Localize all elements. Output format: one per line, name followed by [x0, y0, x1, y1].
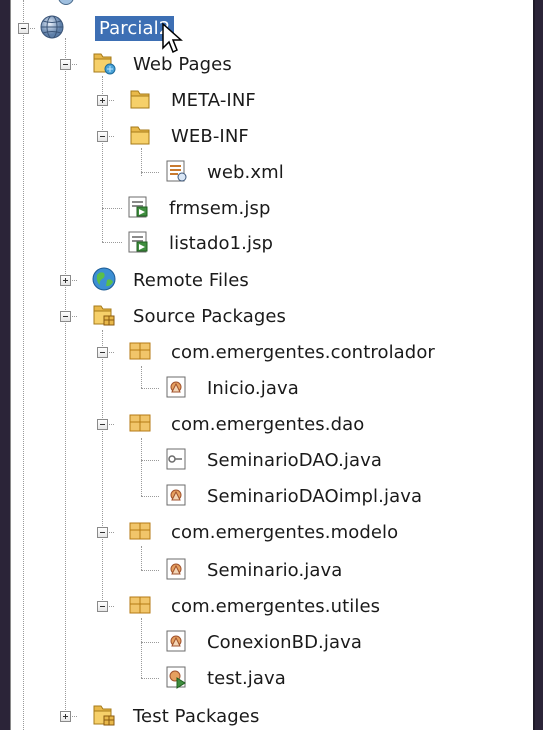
- web-folder-icon: [91, 50, 117, 76]
- package-icon: [127, 338, 153, 364]
- tree-node-conexion-bd-java[interactable]: ConexionBD.java: [207, 625, 362, 659]
- tree-node-web-xml[interactable]: web.xml: [207, 155, 284, 189]
- java-class-icon: [163, 374, 189, 400]
- tree-node-seminario-dao-impl-java[interactable]: SeminarioDAOimpl.java: [207, 479, 422, 513]
- collapse-toggle[interactable]: [97, 601, 108, 612]
- collapse-toggle[interactable]: [60, 59, 71, 70]
- tree-guide: [141, 460, 159, 461]
- remote-files-globe-icon: [91, 266, 117, 292]
- xml-file-icon: [163, 158, 189, 184]
- java-interface-icon: [163, 446, 189, 472]
- tree-guide: [102, 242, 122, 243]
- tree-guide: [102, 330, 103, 606]
- collapse-toggle[interactable]: [97, 131, 108, 142]
- tree-guide: [65, 38, 66, 716]
- jsp-file-icon: [125, 194, 151, 220]
- package-icon: [127, 410, 153, 436]
- tree-guide: [102, 208, 122, 209]
- collapse-toggle[interactable]: [97, 419, 108, 430]
- tree-node-pkg-controlador[interactable]: com.emergentes.controlador: [171, 335, 435, 369]
- folder-icon: [127, 122, 153, 148]
- tree-node-source-packages[interactable]: Source Packages: [133, 299, 286, 333]
- folder-icon: [127, 86, 153, 112]
- tree-node-test-packages[interactable]: Test Packages: [133, 699, 259, 730]
- java-class-icon: [163, 482, 189, 508]
- tree-guide: [141, 618, 142, 678]
- tree-node-meta-inf[interactable]: META-INF: [171, 83, 256, 117]
- tree-guide: [141, 678, 159, 679]
- tree-guide: [141, 496, 159, 497]
- tree-node-web-pages[interactable]: Web Pages: [133, 47, 232, 81]
- test-packages-folder-icon: [91, 702, 117, 728]
- project-tree-panel: Parcial2 Web Pages META-INF WEB-INF web.…: [10, 0, 535, 730]
- tree-guide: [141, 642, 159, 643]
- java-class-icon: [163, 556, 189, 582]
- expand-toggle[interactable]: [60, 275, 71, 286]
- tree-node-seminario-dao-java[interactable]: SeminarioDAO.java: [207, 443, 382, 477]
- tree-guide: [141, 570, 159, 571]
- collapse-toggle[interactable]: [97, 347, 108, 358]
- tree-node-test-java[interactable]: test.java: [207, 661, 286, 695]
- tree-guide: [141, 438, 142, 496]
- java-main-class-icon: [163, 664, 189, 690]
- window-frame: Parcial2 Web Pages META-INF WEB-INF web.…: [0, 0, 543, 730]
- expand-toggle[interactable]: [60, 711, 71, 722]
- tree-node-pkg-dao[interactable]: com.emergentes.dao: [171, 407, 364, 441]
- web-project-globe-icon: [39, 14, 65, 40]
- tree-node-listado1-jsp[interactable]: listado1.jsp: [169, 226, 273, 260]
- collapse-toggle[interactable]: [18, 23, 29, 34]
- globe-icon: [57, 0, 75, 6]
- collapse-toggle[interactable]: [60, 311, 71, 322]
- tree-node-inicio-java[interactable]: Inicio.java: [207, 371, 299, 405]
- tree-guide: [141, 366, 142, 388]
- package-icon: [127, 518, 153, 544]
- tree-node-remote-files[interactable]: Remote Files: [133, 263, 249, 297]
- tree-guide: [141, 172, 159, 173]
- tree-node-pkg-utiles[interactable]: com.emergentes.utiles: [171, 589, 380, 623]
- tree-guide: [141, 388, 159, 389]
- jsp-file-icon: [125, 229, 151, 255]
- source-packages-folder-icon: [91, 302, 117, 328]
- package-icon: [127, 592, 153, 618]
- tree-guide: [23, 0, 24, 730]
- tree-node-pkg-modelo[interactable]: com.emergentes.modelo: [171, 515, 398, 549]
- expand-toggle[interactable]: [97, 95, 108, 106]
- tree-node-web-inf[interactable]: WEB-INF: [171, 119, 249, 153]
- java-class-icon: [163, 628, 189, 654]
- tree-node-seminario-java[interactable]: Seminario.java: [207, 553, 342, 587]
- tree-guide: [141, 546, 142, 570]
- collapse-toggle[interactable]: [97, 527, 108, 538]
- tree-node-frmsem-jsp[interactable]: frmsem.jsp: [169, 191, 270, 225]
